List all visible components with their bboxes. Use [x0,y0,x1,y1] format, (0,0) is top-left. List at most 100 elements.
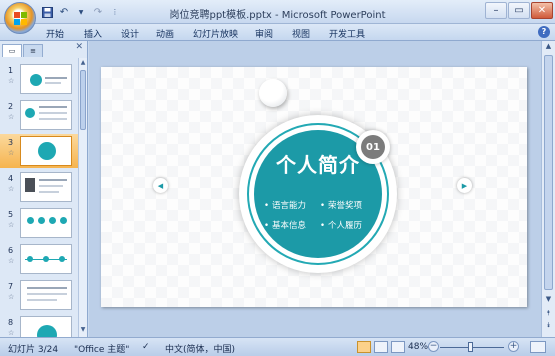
thumbnail-shape [39,106,67,108]
thumbnail-image [20,280,72,310]
help-icon[interactable]: ? [538,26,550,38]
thumbnail-image [20,316,72,337]
thumbnail-shape [25,178,35,192]
window-title: 岗位竞聘ppt模板.pptx - Microsoft PowerPoint [169,10,386,21]
tab-design[interactable]: 设计 [121,27,139,40]
thumbnail-shape [38,217,45,224]
slide-number: 5 [8,210,14,219]
slides-pane: ▭ ≡ ✕ 1 ☆ 2 ☆ 3 ☆ 4 ☆ 5 ☆ 6 ☆ 7 ☆ 8 ☆ ▲ … [0,41,88,337]
close-pane-icon[interactable]: ✕ [75,42,83,52]
slide-thumbnail[interactable]: 7 ☆ [0,278,78,312]
tab-insert[interactable]: 插入 [84,27,102,40]
decorative-ball [259,79,287,107]
slide-editor: 个人简介 语言能力 荣誉奖项 基本信息 个人履历 01 ◀ ▶ [89,41,541,337]
office-logo-icon [13,11,27,25]
animation-star-icon: ☆ [8,77,15,85]
fit-to-window-icon[interactable] [530,341,546,353]
thumbnail-shape [27,256,33,262]
slide-number: 7 [8,282,14,291]
thumbnail-shape [43,256,49,262]
theme-name[interactable]: "Office 主题" [74,342,129,355]
maximize-icon[interactable]: ▭ [508,2,530,19]
tab-developer[interactable]: 开发工具 [329,27,365,40]
thumbnail-shape [39,185,63,187]
slide-thumbnail[interactable]: 5 ☆ [0,206,78,240]
slide-thumbnail[interactable]: 4 ☆ [0,170,78,204]
title-bar: ↶ ▼ ↷ ⋮ 岗位竞聘ppt模板.pptx - Microsoft Power… [0,0,555,34]
pane-tabs: ▭ ≡ [2,43,86,57]
animation-star-icon: ☆ [8,149,15,157]
thumbnail-image [20,244,72,274]
slide-number: 8 [8,318,14,327]
window-controls: – ▭ ✕ [485,2,553,19]
close-icon[interactable]: ✕ [531,2,553,19]
slide-thumbnail[interactable]: 2 ☆ [0,98,78,132]
previous-slide-icon[interactable]: ⯭ [543,309,554,319]
tab-animations[interactable]: 动画 [156,27,174,40]
thumbnail-shape [30,74,42,86]
zoom-level[interactable]: 48% [408,342,428,352]
office-button[interactable] [4,2,36,34]
slide-thumbnail[interactable]: 6 ☆ [0,242,78,276]
animation-star-icon: ☆ [8,293,15,301]
slide-number: 4 [8,174,14,183]
animation-star-icon: ☆ [8,113,15,121]
slide-thumbnail[interactable]: 1 ☆ [0,62,78,96]
slide-indicator: 幻灯片 3/24 [8,345,59,355]
tab-home[interactable]: 开始 [46,27,64,40]
thumbnail-shape [37,325,57,337]
zoom-out-icon[interactable]: − [428,341,439,352]
thumbnail-list: 1 ☆ 2 ☆ 3 ☆ 4 ☆ 5 ☆ 6 ☆ 7 ☆ 8 ☆ [0,58,78,337]
thumbnail-shape [25,108,35,118]
slide-thumbnail[interactable]: 8 ☆ [0,314,78,337]
thumbnail-shape [59,256,65,262]
zoom-in-icon[interactable]: + [508,341,519,352]
tab-view[interactable]: 视图 [292,27,310,40]
thumbnail-shape [45,82,61,84]
spellcheck-icon[interactable]: ✓ [142,342,150,352]
scroll-down-icon[interactable]: ▼ [79,326,87,336]
slide-number: 6 [8,246,14,255]
tab-slideshow[interactable]: 幻灯片放映 [193,27,238,40]
thumbnail-shape [27,293,67,295]
current-slide[interactable]: 个人简介 语言能力 荣誉奖项 基本信息 个人履历 01 ◀ ▶ [101,67,527,307]
scroll-down-icon[interactable]: ▼ [543,295,554,305]
editor-scrollbar[interactable]: ▲ ▼ ⯭ ⯯ [541,41,555,337]
animation-star-icon: ☆ [8,221,15,229]
thumbnail-shape [39,118,67,120]
thumbnail-scrollbar[interactable]: ▲ ▼ [78,58,87,337]
tab-review[interactable]: 审阅 [255,27,273,40]
slide-item[interactable]: 个人履历 [320,219,362,231]
slides-tab-icon[interactable]: ▭ [2,44,22,57]
slide-number: 3 [8,138,14,147]
scroll-up-icon[interactable]: ▲ [543,42,554,52]
slide-thumbnail-active[interactable]: 3 ☆ [0,134,78,168]
outline-tab-icon[interactable]: ≡ [23,44,43,57]
animation-star-icon: ☆ [8,185,15,193]
scroll-thumb[interactable] [80,70,86,130]
triangle-left-icon: ◀ [153,178,168,193]
slide-item[interactable]: 荣誉奖项 [320,199,362,211]
minimize-icon[interactable]: – [485,2,507,19]
slide-item[interactable]: 基本信息 [264,219,306,231]
thumbnail-shape [27,287,67,289]
ribbon-tabs: 开始 插入 设计 动画 幻灯片放映 审阅 视图 开发工具 ? [0,24,555,41]
section-number: 01 [361,135,385,159]
slide-number: 2 [8,102,14,111]
status-bar: 幻灯片 3/24 "Office 主题" ✓ 中文(简体，中国) 48% − + [0,337,555,356]
slide-sorter-view-icon[interactable] [374,341,388,353]
zoom-slider-thumb[interactable] [468,342,473,352]
thumbnail-shape [39,112,67,114]
thumbnail-shape [39,179,67,181]
thumbnail-image [20,64,72,94]
scroll-up-icon[interactable]: ▲ [79,59,87,69]
language-indicator[interactable]: 中文(简体，中国) [165,342,235,355]
slide-item[interactable]: 语言能力 [264,199,306,211]
normal-view-icon[interactable] [357,341,371,353]
next-slide-icon[interactable]: ⯯ [543,321,554,331]
scroll-thumb[interactable] [544,55,553,290]
thumbnail-image [20,208,72,238]
slide-number: 1 [8,66,14,75]
slideshow-view-icon[interactable] [391,341,405,353]
thumbnail-shape [39,191,59,193]
